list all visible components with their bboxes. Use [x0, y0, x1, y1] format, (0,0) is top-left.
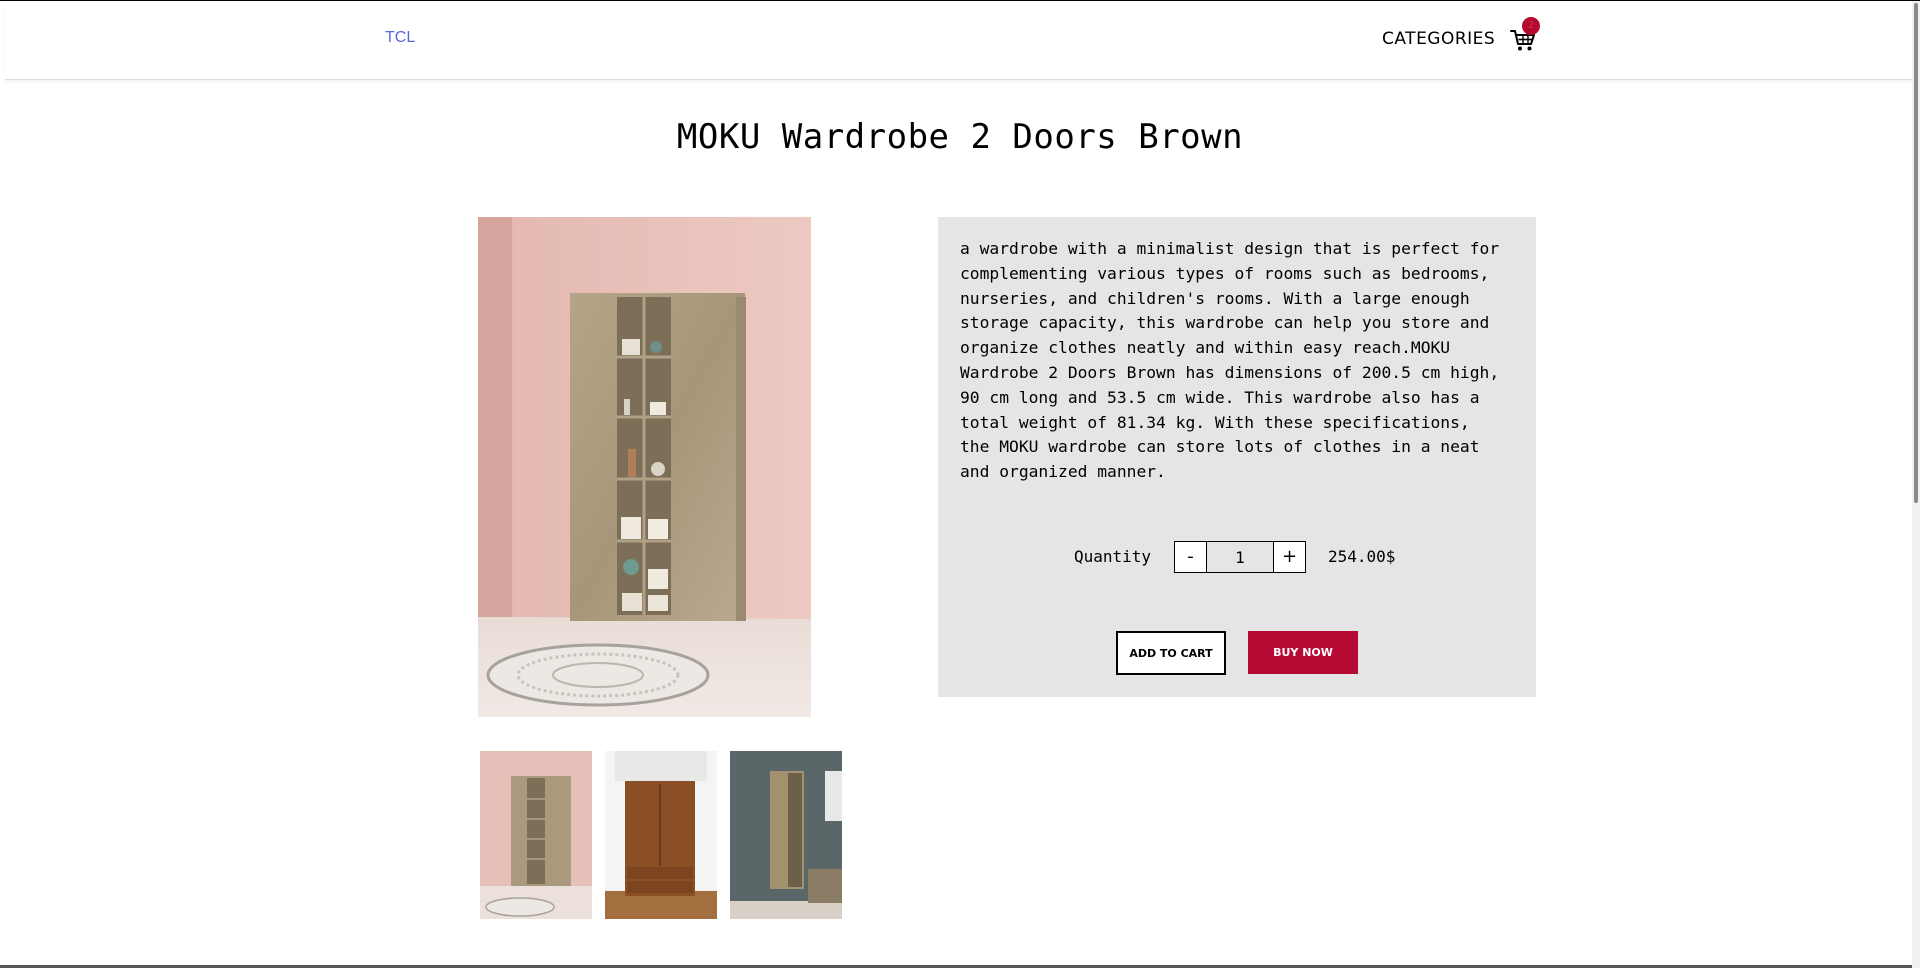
quantity-stepper: - +	[1174, 541, 1306, 573]
product-price: 254.00$	[1328, 547, 1396, 566]
page: TCL CATEGORIES 2 MOKU Wardrobe 2 Doors B…	[0, 0, 1920, 968]
product-title: MOKU Wardrobe 2 Doors Brown	[676, 117, 1244, 157]
thumbnail-2[interactable]	[605, 751, 717, 919]
quantity-decrease-button[interactable]: -	[1175, 542, 1207, 572]
cart-count-badge: 2	[1522, 17, 1540, 35]
quantity-increase-button[interactable]: +	[1273, 542, 1305, 572]
thumbnail-1[interactable]	[480, 751, 592, 919]
product-description: a wardrobe with a minimalist design that…	[960, 239, 1500, 482]
scrollbar-thumb[interactable]	[1914, 3, 1918, 503]
thumbnail-3[interactable]	[730, 751, 842, 919]
quantity-label: Quantity	[1074, 547, 1152, 566]
wardrobe-photo	[478, 217, 811, 717]
nav-categories[interactable]: CATEGORIES	[1382, 29, 1495, 49]
quantity-input[interactable]	[1207, 542, 1273, 572]
add-to-cart-button[interactable]: ADD TO CART	[1116, 631, 1226, 675]
product-main-image	[478, 217, 811, 717]
buy-now-button[interactable]: BUY NOW	[1248, 631, 1358, 674]
product-info-panel: a wardrobe with a minimalist design that…	[938, 217, 1536, 697]
page-scrollbar[interactable]	[1912, 1, 1920, 968]
navbar: TCL CATEGORIES	[5, 1, 1915, 80]
brand-link[interactable]: TCL	[385, 29, 415, 47]
